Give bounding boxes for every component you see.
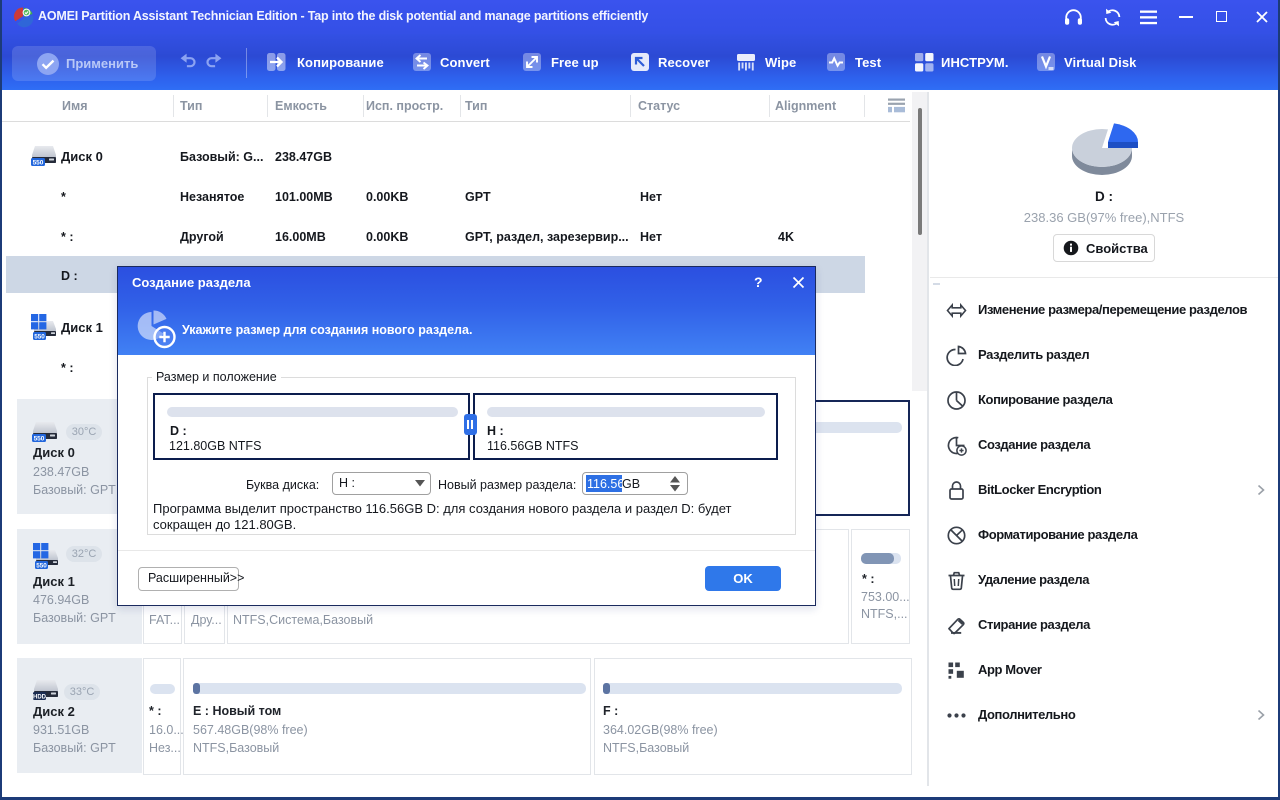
svg-text:HDD: HDD bbox=[33, 695, 47, 701]
svg-text:550: 550 bbox=[34, 436, 45, 443]
svg-text:550: 550 bbox=[34, 334, 45, 341]
svg-text:550: 550 bbox=[36, 563, 47, 570]
svg-text:550: 550 bbox=[33, 160, 44, 167]
